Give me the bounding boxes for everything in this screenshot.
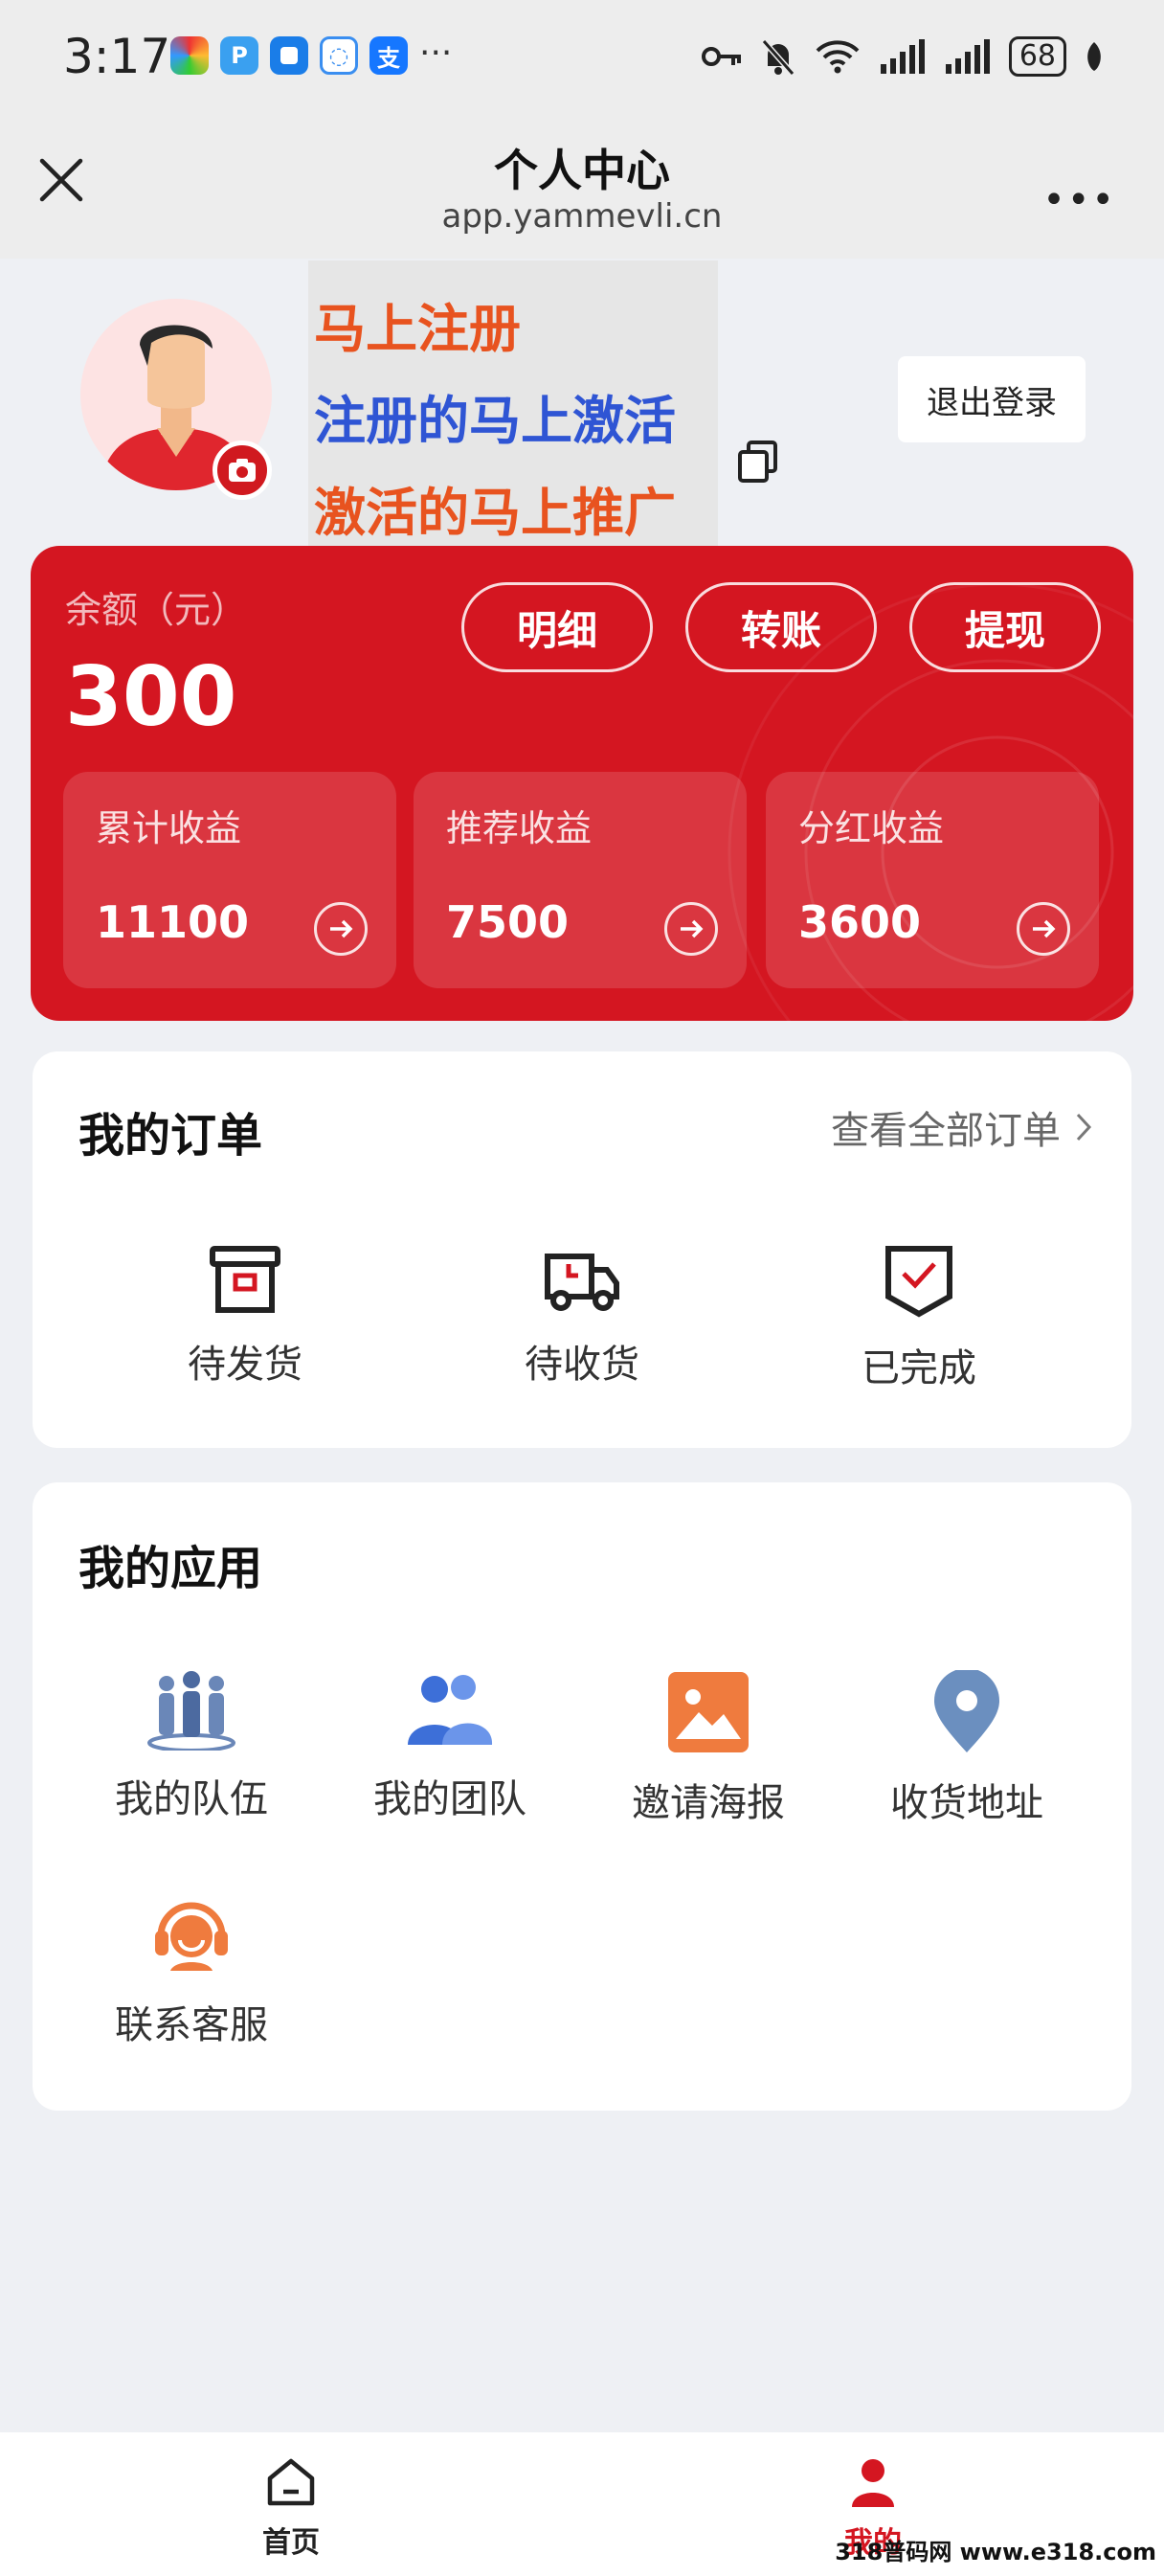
- promo-line-2: 注册的马上激活: [314, 391, 676, 451]
- app-contact-support[interactable]: 联系客服: [77, 1892, 306, 2049]
- battery-indicator: 68: [1008, 36, 1066, 77]
- arrow-right-icon[interactable]: [664, 902, 718, 956]
- transfer-button[interactable]: 转账: [685, 582, 877, 672]
- nav-bar: 个人中心 app.yammevli.cn •••: [0, 124, 1164, 259]
- key-icon: [701, 47, 741, 66]
- arrow-right-icon[interactable]: [314, 902, 368, 956]
- user-icon: [852, 2459, 894, 2507]
- app-color-icon: [170, 36, 209, 75]
- app-label: 邀请海报: [632, 1781, 785, 1825]
- status-app-icons: P ◌ 支 ···: [170, 36, 452, 75]
- orders-title: 我的订单: [78, 1109, 263, 1163]
- app-invite-poster[interactable]: 邀请海报: [593, 1670, 823, 1827]
- app-my-squad[interactable]: 我的队伍: [77, 1670, 306, 1823]
- signal-icon-2: [945, 39, 990, 74]
- app-my-team[interactable]: 我的团队: [335, 1670, 565, 1823]
- app-alipay-icon: 支: [369, 36, 408, 75]
- bell-muted-icon: [761, 39, 795, 76]
- chevron-right-icon: [1076, 1113, 1092, 1141]
- stat-label: 推荐收益: [446, 807, 593, 849]
- stat-total-earnings[interactable]: 累计收益 11100: [63, 772, 396, 988]
- order-pending-receipt[interactable]: 待收货: [438, 1243, 726, 1389]
- page-url: app.yammevli.cn: [441, 197, 723, 236]
- stat-value: 3600: [798, 896, 922, 948]
- withdraw-button[interactable]: 提现: [909, 582, 1101, 672]
- stat-dividend-earnings[interactable]: 分红收益 3600: [766, 772, 1099, 988]
- leaf-icon: [1087, 42, 1101, 71]
- stat-value: 7500: [446, 896, 570, 948]
- order-item-label: 待发货: [188, 1343, 302, 1387]
- tab-home[interactable]: 首页: [214, 2455, 368, 2561]
- location-icon: [934, 1670, 999, 1752]
- copy-icon[interactable]: [735, 439, 781, 485]
- apps-card: 我的应用 我的队伍 我的团队 邀请海报 收货地址 联系客服: [33, 1482, 1131, 2111]
- camera-icon[interactable]: [213, 441, 272, 500]
- team-icon: [147, 1671, 235, 1751]
- status-indicators: 68: [701, 36, 1105, 77]
- group-icon: [408, 1675, 493, 1745]
- balance-card: 余额（元） 300 明细 转账 提现 累计收益 11100 推荐收益 7500 …: [31, 546, 1133, 1021]
- promo-line-1: 马上注册: [314, 299, 521, 359]
- arrow-right-icon[interactable]: [1017, 902, 1070, 956]
- watermark: 318普码网 www.e318.com: [835, 2539, 1156, 2565]
- truck-icon: [545, 1254, 619, 1311]
- order-completed[interactable]: 已完成: [775, 1243, 1063, 1392]
- app-square-icon: [270, 36, 308, 75]
- headset-icon: [155, 1902, 228, 1971]
- stat-referral-earnings[interactable]: 推荐收益 7500: [414, 772, 747, 988]
- order-pending-shipment[interactable]: 待发货: [101, 1243, 389, 1389]
- app-chat-icon: ◌: [320, 36, 358, 75]
- tab-label: 首页: [262, 2526, 320, 2560]
- logout-button[interactable]: 退出登录: [898, 356, 1086, 442]
- detail-button[interactable]: 明细: [461, 582, 653, 672]
- balance-value: 300: [65, 649, 237, 745]
- app-label: 联系客服: [115, 2003, 268, 2047]
- box-icon: [210, 1246, 280, 1313]
- app-label: 收货地址: [890, 1781, 1043, 1825]
- home-icon: [267, 2458, 315, 2506]
- app-label: 我的队伍: [115, 1777, 268, 1821]
- balance-label: 余额（元）: [65, 589, 248, 631]
- view-all-orders-label: 查看全部订单: [831, 1109, 1061, 1153]
- tab-bar: 首页 我的 318普码网 www.e318.com: [0, 2432, 1164, 2576]
- stat-label: 分红收益: [798, 807, 945, 849]
- app-shipping-address[interactable]: 收货地址: [852, 1670, 1082, 1827]
- order-item-label: 已完成: [862, 1346, 976, 1390]
- stat-label: 累计收益: [96, 807, 242, 849]
- orders-card: 我的订单 查看全部订单 待发货 待收货 已完成: [33, 1051, 1131, 1448]
- stat-value: 11100: [96, 896, 250, 948]
- app-p-icon: P: [220, 36, 258, 75]
- status-time: 3:17: [63, 29, 171, 84]
- page-title: 个人中心: [494, 145, 670, 196]
- apps-title: 我的应用: [78, 1542, 263, 1595]
- status-more-icon: ···: [419, 34, 453, 73]
- signal-icon: [880, 39, 925, 74]
- status-bar: 3:17 P ◌ 支 ··· 68: [0, 0, 1164, 124]
- poster-icon: [668, 1672, 749, 1752]
- view-all-orders-link[interactable]: 查看全部订单: [831, 1099, 1093, 1155]
- app-label: 我的团队: [373, 1777, 526, 1821]
- wifi-icon: [816, 40, 860, 74]
- order-item-label: 待收货: [525, 1343, 639, 1387]
- check-shield-icon: [885, 1246, 952, 1318]
- promo-overlay: 马上注册 注册的马上激活 激活的马上推广: [308, 260, 718, 565]
- more-icon[interactable]: •••: [1042, 178, 1116, 222]
